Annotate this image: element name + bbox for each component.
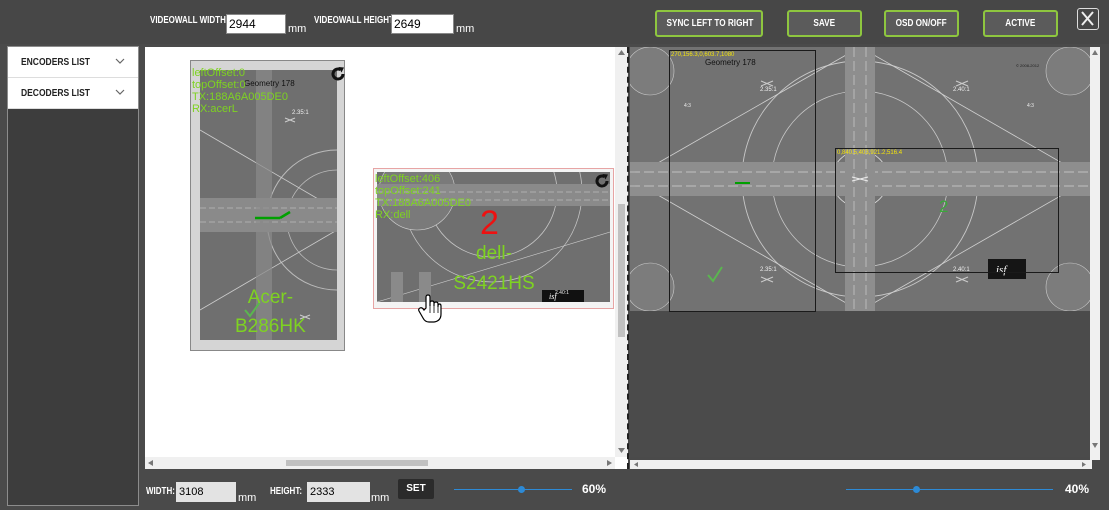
- videowall-width-input[interactable]: 2944: [226, 14, 286, 34]
- scroll-thumb[interactable]: [286, 460, 428, 466]
- videowall-height-unit: mm: [456, 23, 475, 35]
- rotate-icon[interactable]: [329, 65, 347, 83]
- width-input[interactable]: 3108: [176, 482, 236, 502]
- active-button[interactable]: ACTIVE: [983, 10, 1058, 37]
- display-region[interactable]: 270,156.3,0,603.7,1080: [669, 50, 816, 312]
- display-region[interactable]: 0,840.5,403,921.2,516.4 2: [835, 148, 1059, 273]
- scroll-left-icon[interactable]: [148, 460, 153, 466]
- set-button[interactable]: SET: [398, 479, 434, 499]
- videowall-width-label: VIDEOWALL WIDTH:: [150, 15, 229, 26]
- scroll-right-icon[interactable]: [607, 460, 612, 466]
- rotate-icon[interactable]: [593, 172, 611, 190]
- display-info-overlay: leftOffset:0 topOffset:0 TX:188A6A005DE0…: [192, 67, 289, 115]
- display-tile-dell[interactable]: isf 2.40:1 leftOffset:406 topOffset:241 …: [373, 168, 614, 309]
- close-icon: [1081, 11, 1094, 26]
- left-zoom-value: 60%: [582, 482, 607, 496]
- pattern-copyright: © 2008-2012: [1016, 63, 1040, 68]
- videowall-width-unit: mm: [288, 23, 307, 35]
- scroll-down-icon[interactable]: [618, 448, 625, 453]
- bottom-toolbar: WIDTH: 3108 mm HEIGHT: 2333 mm SET 60% 4…: [140, 470, 1109, 510]
- sidebar-item-encoders[interactable]: ENCODERS LIST: [8, 47, 138, 78]
- sidebar-item-decoders[interactable]: DECODERS LIST: [8, 78, 138, 109]
- scroll-left-icon[interactable]: [634, 462, 638, 467]
- scroll-up-icon[interactable]: [618, 50, 625, 55]
- right-zoom-value: 40%: [1065, 482, 1090, 496]
- right-zoom-slider-handle[interactable]: [913, 486, 920, 493]
- sidebar: ENCODERS LIST DECODERS LIST: [7, 46, 139, 506]
- width-unit: mm: [238, 492, 257, 504]
- scroll-up-icon[interactable]: [1092, 50, 1098, 55]
- sidebar-item-label: ENCODERS LIST: [21, 57, 90, 68]
- display-info-overlay: leftOffset:406 topOffset:241 TX:188A6A00…: [375, 173, 472, 221]
- videowall-height-label: VIDEOWALL HEIGHT:: [314, 15, 396, 26]
- region-coordinates: 270,156.3,0,603.7,1080: [671, 52, 735, 58]
- pattern-ratio: 2.40:1: [953, 87, 970, 93]
- videowall-height-input[interactable]: 2649: [391, 14, 454, 34]
- osd-toggle-button[interactable]: OSD ON/OFF: [884, 10, 959, 37]
- aspect-mark: 4:3: [1027, 103, 1034, 109]
- display-tile-acer[interactable]: Geometry 178 2.35:1 leftOffset:0 topOffs…: [190, 60, 345, 351]
- hand-cursor-icon: [418, 294, 442, 323]
- close-button[interactable]: [1077, 8, 1099, 30]
- sidebar-item-label: DECODERS LIST: [21, 88, 90, 99]
- preview-canvas[interactable]: isf Geometry 178 © 2008-2012 2.35:1 2.40…: [630, 47, 1095, 457]
- sidebar-list: ENCODERS LIST DECODERS LIST: [8, 47, 138, 109]
- scroll-down-icon[interactable]: [1092, 443, 1098, 448]
- width-label: WIDTH:: [146, 486, 175, 497]
- display-number: 2: [480, 204, 499, 242]
- region-coordinates: 0,840.5,403,921.2,516.4: [837, 150, 903, 156]
- pattern-ratio: 2.40:1: [555, 290, 569, 296]
- canvas-divider: [627, 47, 629, 469]
- height-label: HEIGHT:: [270, 486, 302, 497]
- sync-left-to-right-button[interactable]: SYNC LEFT TO RIGHT: [655, 10, 763, 37]
- height-input[interactable]: 2333: [307, 482, 370, 502]
- left-zoom-slider[interactable]: [454, 489, 572, 490]
- display-model-label: Acer- B286HK: [235, 287, 306, 337]
- region-number: 2: [939, 197, 949, 216]
- scroll-thumb[interactable]: [618, 204, 625, 337]
- top-toolbar: VIDEOWALL WIDTH: 2944 mm VIDEOWALL HEIGH…: [0, 0, 1109, 44]
- right-vertical-scrollbar[interactable]: [1090, 47, 1100, 460]
- layout-canvas[interactable]: Geometry 178 2.35:1 leftOffset:0 topOffs…: [145, 47, 628, 469]
- save-button[interactable]: SAVE: [787, 10, 862, 37]
- left-zoom-slider-handle[interactable]: [518, 486, 525, 493]
- height-unit: mm: [371, 492, 390, 504]
- right-zoom-slider[interactable]: [846, 489, 1053, 490]
- left-horizontal-scrollbar[interactable]: [145, 457, 615, 469]
- right-horizontal-scrollbar[interactable]: [630, 460, 1092, 469]
- display-model-label: dell- S2421HS: [453, 243, 535, 294]
- chevron-down-icon: [115, 89, 125, 95]
- scroll-right-icon[interactable]: [1082, 462, 1086, 467]
- chevron-down-icon: [115, 58, 125, 64]
- pattern-ratio: 2.35:1: [292, 110, 309, 116]
